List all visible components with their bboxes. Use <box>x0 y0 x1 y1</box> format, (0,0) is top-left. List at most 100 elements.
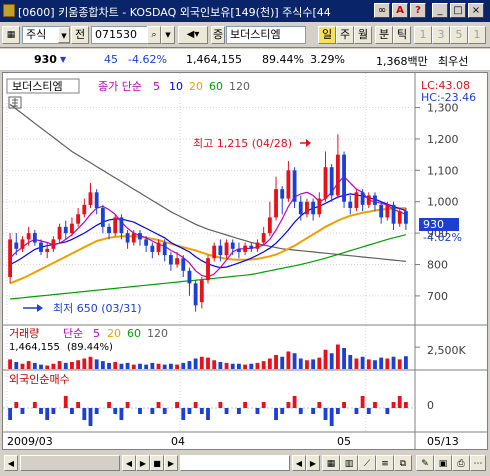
zoom-out-icon[interactable]: ◀ <box>292 455 306 471</box>
foreign-bar <box>82 408 87 420</box>
volume-bar <box>329 353 334 369</box>
horizontal-scrollbar[interactable] <box>20 455 120 471</box>
volume-bar <box>63 362 68 369</box>
volume-bar <box>354 358 359 369</box>
foreign-bar <box>51 408 56 414</box>
speaker-icon[interactable]: ◀▾ <box>178 26 208 44</box>
foreign-bar <box>292 396 297 408</box>
foreign-bar <box>403 402 408 408</box>
candle-body <box>8 239 13 278</box>
foreign-bar <box>237 408 241 414</box>
minute-button[interactable]: 분 <box>375 26 393 44</box>
candle-body <box>193 283 198 306</box>
volume-bar <box>379 357 384 369</box>
month-button[interactable]: 월 <box>354 26 372 44</box>
interval-1-button[interactable]: 1 <box>414 26 432 44</box>
chart-area[interactable]: 보더스티엠 종가 단순 5 10 20 60 120 LC:43.08 HC:-… <box>2 72 488 450</box>
help-icon[interactable]: ? <box>410 3 426 18</box>
foreign-bar <box>113 408 118 414</box>
legend-stock-name: 보더스티엠 <box>12 80 63 93</box>
candle-body <box>113 217 118 234</box>
day-button[interactable]: 일 <box>318 26 336 44</box>
foreign-bar <box>385 408 390 414</box>
volume-bar <box>76 360 81 369</box>
candle-type-icon[interactable]: ▥ <box>340 455 358 471</box>
week-button[interactable]: 주 <box>336 26 354 44</box>
foreign-bar <box>280 408 285 414</box>
interval-5-button[interactable]: 5 <box>450 26 468 44</box>
candle-body <box>63 226 68 234</box>
volume-bar <box>286 351 291 369</box>
candle-body <box>107 226 111 234</box>
fast-forward-icon[interactable]: ▶ <box>164 455 178 471</box>
play-left-icon[interactable]: ◀ <box>122 455 136 471</box>
compare-icon[interactable]: ⧉ <box>394 455 412 471</box>
volume-current-value: 1,464,155 <box>9 342 60 353</box>
date-label-0: 2009/03 <box>7 435 53 448</box>
chart-svg[interactable]: 보더스티엠 종가 단순 5 10 20 60 120 LC:43.08 HC:-… <box>3 73 487 449</box>
more-icon[interactable]: ⋯ <box>470 455 486 471</box>
interval-1b-button[interactable]: 1 <box>468 26 486 44</box>
candle-body <box>168 255 173 265</box>
volume-bar <box>199 356 204 369</box>
candle-body <box>249 245 254 249</box>
scroll-left-icon[interactable]: ◀ <box>4 455 18 471</box>
foreign-bar <box>373 402 377 408</box>
candle-body <box>329 167 334 196</box>
volume-bar <box>156 363 161 369</box>
foreign-bar <box>107 402 111 408</box>
pen-icon[interactable]: ✎ <box>416 455 434 471</box>
code-input[interactable]: 071530 <box>91 26 149 44</box>
foreign-bar <box>88 408 93 426</box>
zoom-slider[interactable] <box>180 455 290 471</box>
price-tick-label: 1,100 <box>427 164 459 177</box>
save-icon[interactable]: ▣ <box>434 455 452 471</box>
link-icon[interactable]: ∞ <box>374 3 390 18</box>
close-button[interactable]: × <box>468 3 484 18</box>
candle-body <box>144 239 149 246</box>
volume-bar <box>224 362 229 369</box>
play-right-icon[interactable]: ▶ <box>136 455 150 471</box>
candle-body <box>305 201 309 215</box>
line-chart-icon[interactable]: ⟋ <box>358 455 376 471</box>
foreign-bar <box>274 408 278 420</box>
candle-body <box>119 217 124 234</box>
volume-bar <box>150 362 155 369</box>
foreign-bar <box>76 402 81 408</box>
quote-info-bar: 930 ▼ 45 -4.62% 1,464,155 89.44% 3.29% 1… <box>0 49 490 71</box>
zoom-in-icon[interactable]: ▶ <box>306 455 320 471</box>
volume-bar <box>82 358 87 369</box>
foreign-bar <box>255 408 260 414</box>
volume-bar <box>175 364 179 369</box>
candle-body <box>181 258 186 271</box>
grid-icon[interactable]: ▦ <box>322 455 340 471</box>
volume-bar <box>237 363 241 369</box>
trade-amount: 1,368백만 <box>376 55 428 68</box>
low-annotation: 최저 650 (03/31) <box>53 302 142 315</box>
period-short-button[interactable]: 전 <box>71 26 89 44</box>
stock-name-field[interactable]: 보더스티엠 <box>226 26 306 44</box>
code-dropdown-icon[interactable]: ▼ <box>161 26 175 44</box>
stop-icon[interactable]: ■ <box>150 455 164 471</box>
stock-prefix-button[interactable]: 증 <box>211 26 225 44</box>
candle-body <box>311 201 316 215</box>
minimize-button[interactable]: _ <box>432 3 448 18</box>
chart-tool-icon[interactable]: ▦ <box>2 26 20 44</box>
volume-bar <box>94 359 99 369</box>
font-a-icon[interactable]: A <box>392 3 408 18</box>
maximize-button[interactable]: □ <box>450 3 466 18</box>
candle-body <box>45 248 50 252</box>
interval-3-button[interactable]: 3 <box>432 26 450 44</box>
candle-body <box>156 242 161 252</box>
tick-button[interactable]: 틱 <box>393 26 411 44</box>
foreign-bar <box>360 396 365 408</box>
volume-bar <box>317 357 322 369</box>
indicator-icon[interactable]: ≡ <box>376 455 394 471</box>
print-icon[interactable]: ⎙ <box>452 455 470 471</box>
candle-body <box>360 192 365 205</box>
chevron-down-icon[interactable]: ▼ <box>58 27 70 43</box>
candle-body <box>224 242 229 256</box>
search-icon[interactable]: ⌕ <box>147 26 161 44</box>
volume-ma120: 120 <box>147 327 168 340</box>
candle-body <box>298 201 303 215</box>
